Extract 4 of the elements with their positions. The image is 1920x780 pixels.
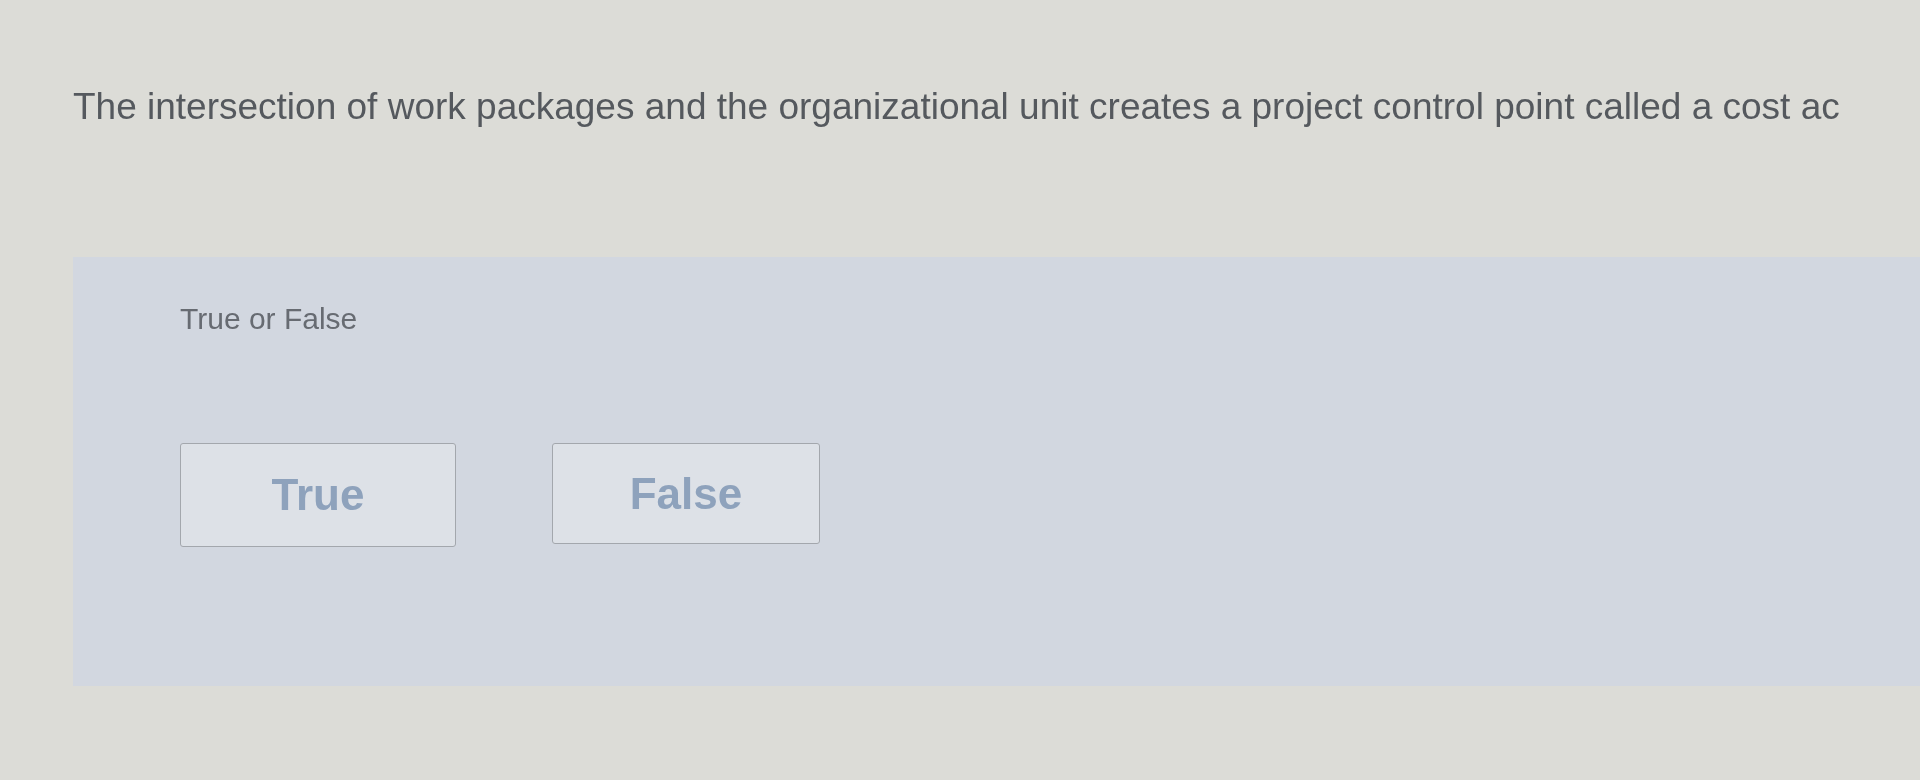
question-text: The intersection of work packages and the organizational unit creates a project control point called a cost ac [73,85,1840,129]
answer-option-button[interactable]: True [180,443,456,547]
answer-option-button[interactable]: False [552,443,820,544]
prompt-label: True or False [180,301,358,337]
